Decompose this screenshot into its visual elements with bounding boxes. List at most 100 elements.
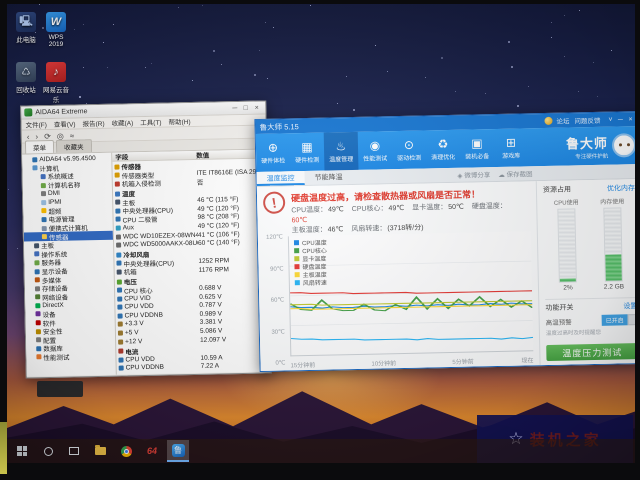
- maximize-icon[interactable]: □: [240, 104, 251, 111]
- feedback-link[interactable]: 问题反馈: [574, 115, 600, 126]
- nav-label: 性能测试: [363, 155, 388, 163]
- legend-item: 风扇转速: [294, 278, 328, 287]
- tree-node-icon: [36, 346, 42, 352]
- sensor-icon: [117, 313, 123, 319]
- aida64-taskbar-button[interactable]: 64: [141, 440, 163, 462]
- menu-item[interactable]: 收藏(A): [111, 117, 134, 127]
- nav-benchmark[interactable]: ◉ 性能测试: [358, 131, 393, 170]
- tree-node-icon: [41, 208, 47, 214]
- temperature-stress-test-button[interactable]: 温度压力测试: [546, 343, 635, 362]
- windows-logo-icon: [17, 446, 27, 456]
- menu-item[interactable]: 文件(F): [25, 119, 47, 129]
- menu-item[interactable]: 工具(T): [140, 117, 161, 127]
- share-action[interactable]: ◈ 微博分享: [457, 169, 490, 180]
- nav-essentials[interactable]: ▣ 装机必备: [460, 129, 495, 168]
- sensor-icon: [118, 339, 124, 345]
- menu-item[interactable]: 报告(R): [82, 118, 104, 128]
- nav-temperature[interactable]: ♨ 温度管理: [323, 131, 359, 171]
- star-speck: [577, 90, 579, 92]
- star-speck: [107, 66, 109, 68]
- x-tick-label: 15分钟前: [290, 362, 316, 370]
- sensor-label: Aux: [122, 224, 135, 232]
- gauge-value: 2.2 GB: [603, 283, 625, 291]
- star-speck: [374, 45, 376, 47]
- sensor-icon: [116, 242, 122, 248]
- desktop-icon-label: 回收站: [16, 87, 36, 94]
- series-硬盘温度: [290, 290, 533, 295]
- tree-item-label: 性能测试: [43, 354, 70, 362]
- stat-value: 49℃: [328, 206, 344, 214]
- star-speck: [259, 50, 261, 52]
- cortana-icon: [43, 446, 53, 456]
- sensor-label: CPU VDDNB: [125, 364, 165, 372]
- chart-y-axis: 120℃ 90℃ 60℃ 30℃ 0℃: [262, 233, 289, 366]
- chrome-button[interactable]: [115, 440, 137, 462]
- star-speck: [527, 86, 529, 88]
- file-explorer-button[interactable]: [89, 440, 111, 462]
- save-screenshot-action[interactable]: ☁ 保存截图: [498, 168, 532, 179]
- stat-value: 60℃: [291, 216, 308, 225]
- cortana-button[interactable]: [37, 440, 59, 462]
- star-speck: [82, 67, 84, 69]
- brand-name: 鲁大师: [565, 135, 609, 152]
- nav-cleanup[interactable]: ♻ 清理优化: [426, 130, 461, 169]
- ludashi-tab-节能降温[interactable]: 节能降温: [304, 170, 352, 185]
- ludashi-tab-温度监控[interactable]: 温度监控: [256, 171, 305, 187]
- start-button[interactable]: [11, 440, 33, 462]
- star-speck: [177, 7, 179, 9]
- desktop-icon-wps-2019[interactable]: W WPS 2019: [41, 12, 71, 48]
- tree-item[interactable]: 性能测试: [26, 351, 115, 362]
- task-view-button[interactable]: [63, 440, 85, 462]
- desktop-icon-netease-music[interactable]: ♪ 网易云音乐: [41, 62, 71, 104]
- sensor-field: CPU VDDNB: [117, 363, 201, 372]
- stat-label: 主板温度：: [291, 226, 327, 235]
- high-temp-alert-toggle[interactable]: 已开启: [601, 314, 635, 326]
- nav-hardware-test[interactable]: ▦ 硬件检测: [290, 133, 325, 172]
- nav-label: 清理优化: [431, 154, 456, 161]
- ludashi-tabs: 温度监控 节能降温: [256, 170, 353, 187]
- close-icon[interactable]: ×: [251, 104, 262, 111]
- chart-legend: CPU温度 CPU核心 显卡温度 硬盘温度 主板温度 风扇转速: [293, 238, 328, 287]
- tree-node-icon: [40, 182, 46, 188]
- sensor-label: WDC WD5000AAKX-08U6A0: [123, 240, 199, 249]
- menu-item[interactable]: 帮助(H): [168, 116, 190, 126]
- desktop-icon-this-pc[interactable]: 🖳 此电脑: [11, 12, 41, 44]
- feature-switch-title: 功能开关: [545, 304, 574, 313]
- tree-node-icon: [34, 251, 40, 257]
- sensor-icon: [117, 287, 123, 293]
- coin-icon[interactable]: [544, 116, 553, 125]
- recycle-bin-icon: ♺: [16, 62, 36, 82]
- optimize-memory-link[interactable]: 优化内存: [607, 183, 635, 194]
- star-speck: [551, 37, 553, 39]
- sensor-icon: [115, 225, 121, 231]
- stat-value: 49℃: [388, 204, 405, 213]
- forum-link[interactable]: 论坛: [556, 115, 569, 125]
- task-view-icon: [69, 447, 79, 455]
- tree-item-label: DMI: [47, 189, 61, 198]
- legend-label: 风扇转速: [302, 280, 327, 287]
- legend-swatch: [294, 271, 300, 277]
- ludashi-taskbar-button[interactable]: 鲁: [167, 440, 189, 462]
- menu-item[interactable]: 查看(V): [54, 118, 76, 128]
- nav-label: 硬件检测: [295, 157, 320, 164]
- ludashi-window: 鲁大师 5.15 论坛 问题反馈 ˅ ─ × ⊕ 硬件体检 ▦ 硬件检测 ♨ 温度管理 ◉ 性…: [254, 110, 635, 373]
- sensor-icon: [115, 216, 121, 222]
- windows-logo-pane: [22, 446, 27, 451]
- menu-caret-icon[interactable]: ˅: [605, 116, 615, 123]
- nav-label: 硬件体检: [261, 157, 286, 165]
- minimize-icon[interactable]: ─: [615, 116, 625, 123]
- nav-hardware-checkup[interactable]: ⊕ 硬件体检: [256, 133, 291, 172]
- nav-driver[interactable]: ⊙ 驱动检测: [392, 130, 427, 169]
- settings-link[interactable]: 设置: [623, 301, 635, 311]
- star-speck: [82, 23, 84, 25]
- tree-item-label: 计算机名称: [47, 182, 81, 190]
- nav-games[interactable]: ⊞ 游戏库: [494, 128, 529, 167]
- aida64-tab-收藏夹[interactable]: 收藏夹: [55, 139, 92, 153]
- star-speck: [212, 49, 215, 52]
- star-speck: [337, 102, 339, 104]
- desktop-icon-recycle-bin[interactable]: ♺ 回收站: [11, 62, 41, 94]
- minimize-icon[interactable]: ─: [229, 104, 240, 112]
- aida64-tab-菜单[interactable]: 菜单: [24, 139, 55, 154]
- tree-node-icon: [41, 234, 47, 240]
- close-icon[interactable]: ×: [625, 116, 635, 123]
